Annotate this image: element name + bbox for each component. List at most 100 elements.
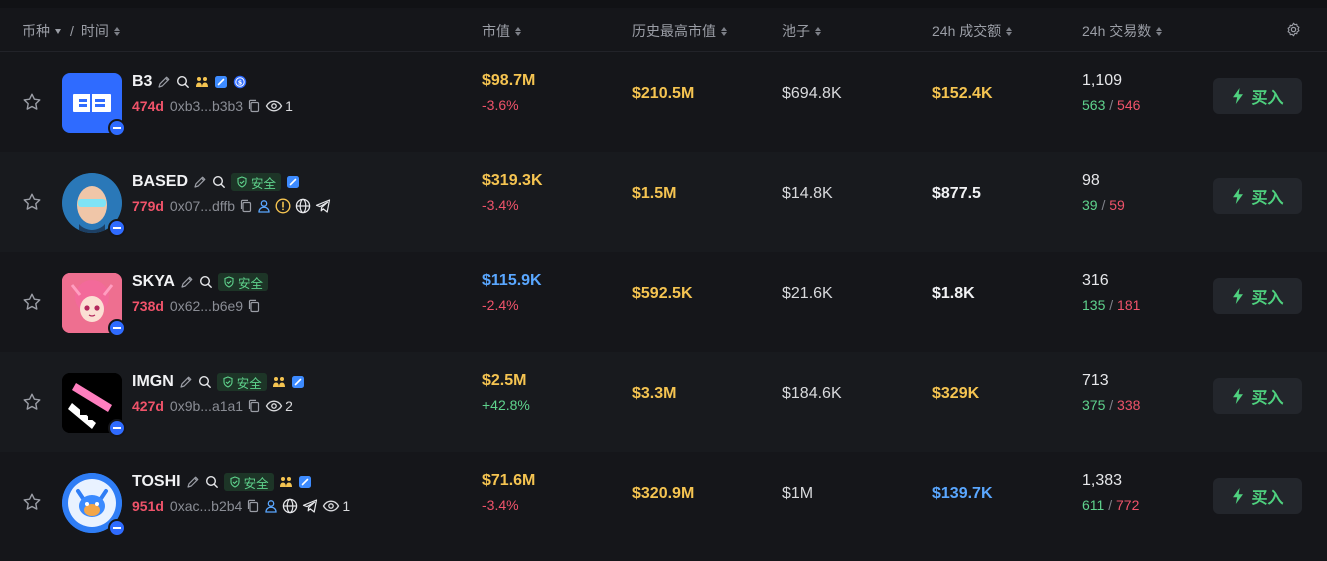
copy-icon[interactable] — [247, 399, 261, 413]
buy-button[interactable]: 买入 — [1213, 178, 1302, 214]
header-coin[interactable]: 币种 — [22, 21, 50, 41]
safe-badge: 安全 — [216, 373, 267, 391]
ath-market-cap: $592.5K — [632, 285, 693, 302]
safe-label: 安全 — [243, 476, 269, 491]
ath-market-cap: $210.5M — [632, 85, 695, 102]
header-vol24[interactable]: 24h 成交额 — [932, 21, 1013, 41]
header-coin-time[interactable]: 币种 / 时间 — [22, 21, 120, 41]
shield-icon — [222, 376, 234, 388]
buy-label: 买入 — [1251, 190, 1284, 207]
header-pool-label: 池子 — [782, 23, 810, 39]
header-pool[interactable]: 池子 — [782, 21, 821, 41]
change-percent: -3.4% — [482, 197, 519, 213]
copy-icon[interactable] — [239, 199, 253, 213]
token-address: 0xb3...b3b3 — [169, 98, 244, 114]
tx-count-24h: 1,109 — [1082, 72, 1123, 89]
edit-icon[interactable] — [193, 175, 207, 189]
edit-icon[interactable] — [157, 75, 171, 89]
lightning-icon — [1231, 187, 1245, 205]
watchers: 2 — [265, 398, 293, 414]
header-ath[interactable]: 历史最高市值 — [632, 21, 727, 41]
buy-button[interactable]: 买入 — [1213, 278, 1302, 314]
sort-icon[interactable] — [113, 26, 120, 36]
search-icon[interactable] — [176, 75, 190, 89]
sort-icon[interactable] — [815, 26, 821, 36]
buys-count: 135 — [1082, 297, 1106, 313]
gear-icon[interactable] — [1286, 22, 1301, 37]
safe-badge: 安全 — [231, 173, 282, 191]
token-table: 币种 / 时间 市值 历史最高市值 池子 24h 成交额 24h 交易数 B3 … — [0, 8, 1327, 561]
token-name[interactable]: BASED — [132, 173, 188, 191]
watchers-count: 1 — [285, 98, 293, 114]
volume-24h: $329K — [932, 385, 980, 402]
search-icon[interactable] — [199, 275, 213, 289]
globe-icon[interactable] — [282, 498, 298, 514]
market-cap: $115.9K — [482, 272, 542, 289]
user-icon[interactable] — [257, 199, 271, 213]
user-icon[interactable] — [264, 499, 278, 513]
edit-icon[interactable] — [186, 475, 200, 489]
sort-icon[interactable] — [515, 26, 521, 36]
telegram-icon[interactable] — [302, 498, 318, 514]
sort-icon[interactable] — [721, 26, 727, 36]
market-cap: $71.6M — [482, 472, 536, 489]
buy-button[interactable]: 买入 — [1213, 78, 1302, 114]
search-icon[interactable] — [198, 375, 212, 389]
lightning-icon — [1231, 287, 1245, 305]
lightning-icon — [1231, 387, 1245, 405]
star-icon[interactable] — [22, 92, 42, 112]
token-address: 0x62...b6e9 — [169, 298, 244, 314]
star-icon[interactable] — [22, 192, 42, 212]
token-name[interactable]: B3 — [132, 73, 152, 91]
buys-count: 375 — [1082, 397, 1106, 413]
table-row[interactable]: IMGN 安全 427d 0x9b...a1a1 2 $2.5M +42.8% … — [0, 352, 1327, 452]
eye-icon — [265, 99, 283, 113]
chain-badge-icon — [108, 519, 126, 537]
star-icon[interactable] — [22, 292, 42, 312]
buy-button[interactable]: 买入 — [1213, 478, 1302, 514]
token-age: 474d — [132, 98, 164, 114]
ath-market-cap: $1.5M — [632, 185, 677, 202]
safe-label: 安全 — [237, 276, 263, 291]
copy-icon[interactable] — [247, 299, 261, 313]
search-icon[interactable] — [205, 475, 219, 489]
warning-icon[interactable] — [275, 198, 291, 214]
buy-button[interactable]: 买入 — [1213, 378, 1302, 414]
lightning-icon — [1231, 487, 1245, 505]
chain-badge-icon — [108, 419, 126, 437]
header-time[interactable]: 时间 — [81, 21, 109, 41]
token-name[interactable]: TOSHI — [132, 473, 181, 491]
copy-icon[interactable] — [246, 499, 260, 513]
table-row[interactable]: TOSHI 安全 951d 0xac...b2b4 1 $71.6M -3.4%… — [0, 452, 1327, 552]
lightning-icon — [1231, 87, 1245, 105]
chevron-down-icon[interactable] — [55, 28, 61, 34]
sort-icon[interactable] — [1006, 26, 1013, 36]
telegram-icon[interactable] — [315, 198, 331, 214]
table-row[interactable]: B3 474d 0xb3...b3b3 1 $98.7M -3.6% $210.… — [0, 52, 1327, 152]
header-mcap[interactable]: 市值 — [482, 21, 521, 41]
table-row[interactable]: BASED 安全 779d 0x07...dffb $319.3K -3.4% … — [0, 152, 1327, 252]
header-ath-label: 历史最高市值 — [632, 23, 716, 39]
star-icon[interactable] — [22, 392, 42, 412]
sells-count: 772 — [1116, 497, 1140, 513]
watchers: 1 — [265, 98, 293, 114]
star-icon[interactable] — [22, 492, 42, 512]
buy-label: 买入 — [1251, 490, 1284, 507]
buy-label: 买入 — [1251, 390, 1284, 407]
token-name[interactable]: IMGN — [132, 373, 174, 391]
sort-icon[interactable] — [1156, 26, 1163, 36]
table-row[interactable]: SKYA 安全 738d 0x62...b6e9 $115.9K -2.4% $… — [0, 252, 1327, 352]
token-name[interactable]: SKYA — [132, 273, 175, 291]
header-tx24[interactable]: 24h 交易数 — [1082, 21, 1163, 41]
search-icon[interactable] — [212, 175, 226, 189]
globe-icon[interactable] — [295, 198, 311, 214]
edit-icon[interactable] — [180, 275, 194, 289]
edit-icon[interactable] — [179, 375, 193, 389]
safe-label: 安全 — [251, 176, 277, 191]
pool-liquidity: $21.6K — [782, 285, 833, 302]
chain-badge-icon — [108, 119, 126, 137]
buys-count: 39 — [1082, 197, 1098, 213]
eye-icon — [322, 499, 340, 513]
copy-icon[interactable] — [247, 99, 261, 113]
watchers: 1 — [322, 498, 350, 514]
